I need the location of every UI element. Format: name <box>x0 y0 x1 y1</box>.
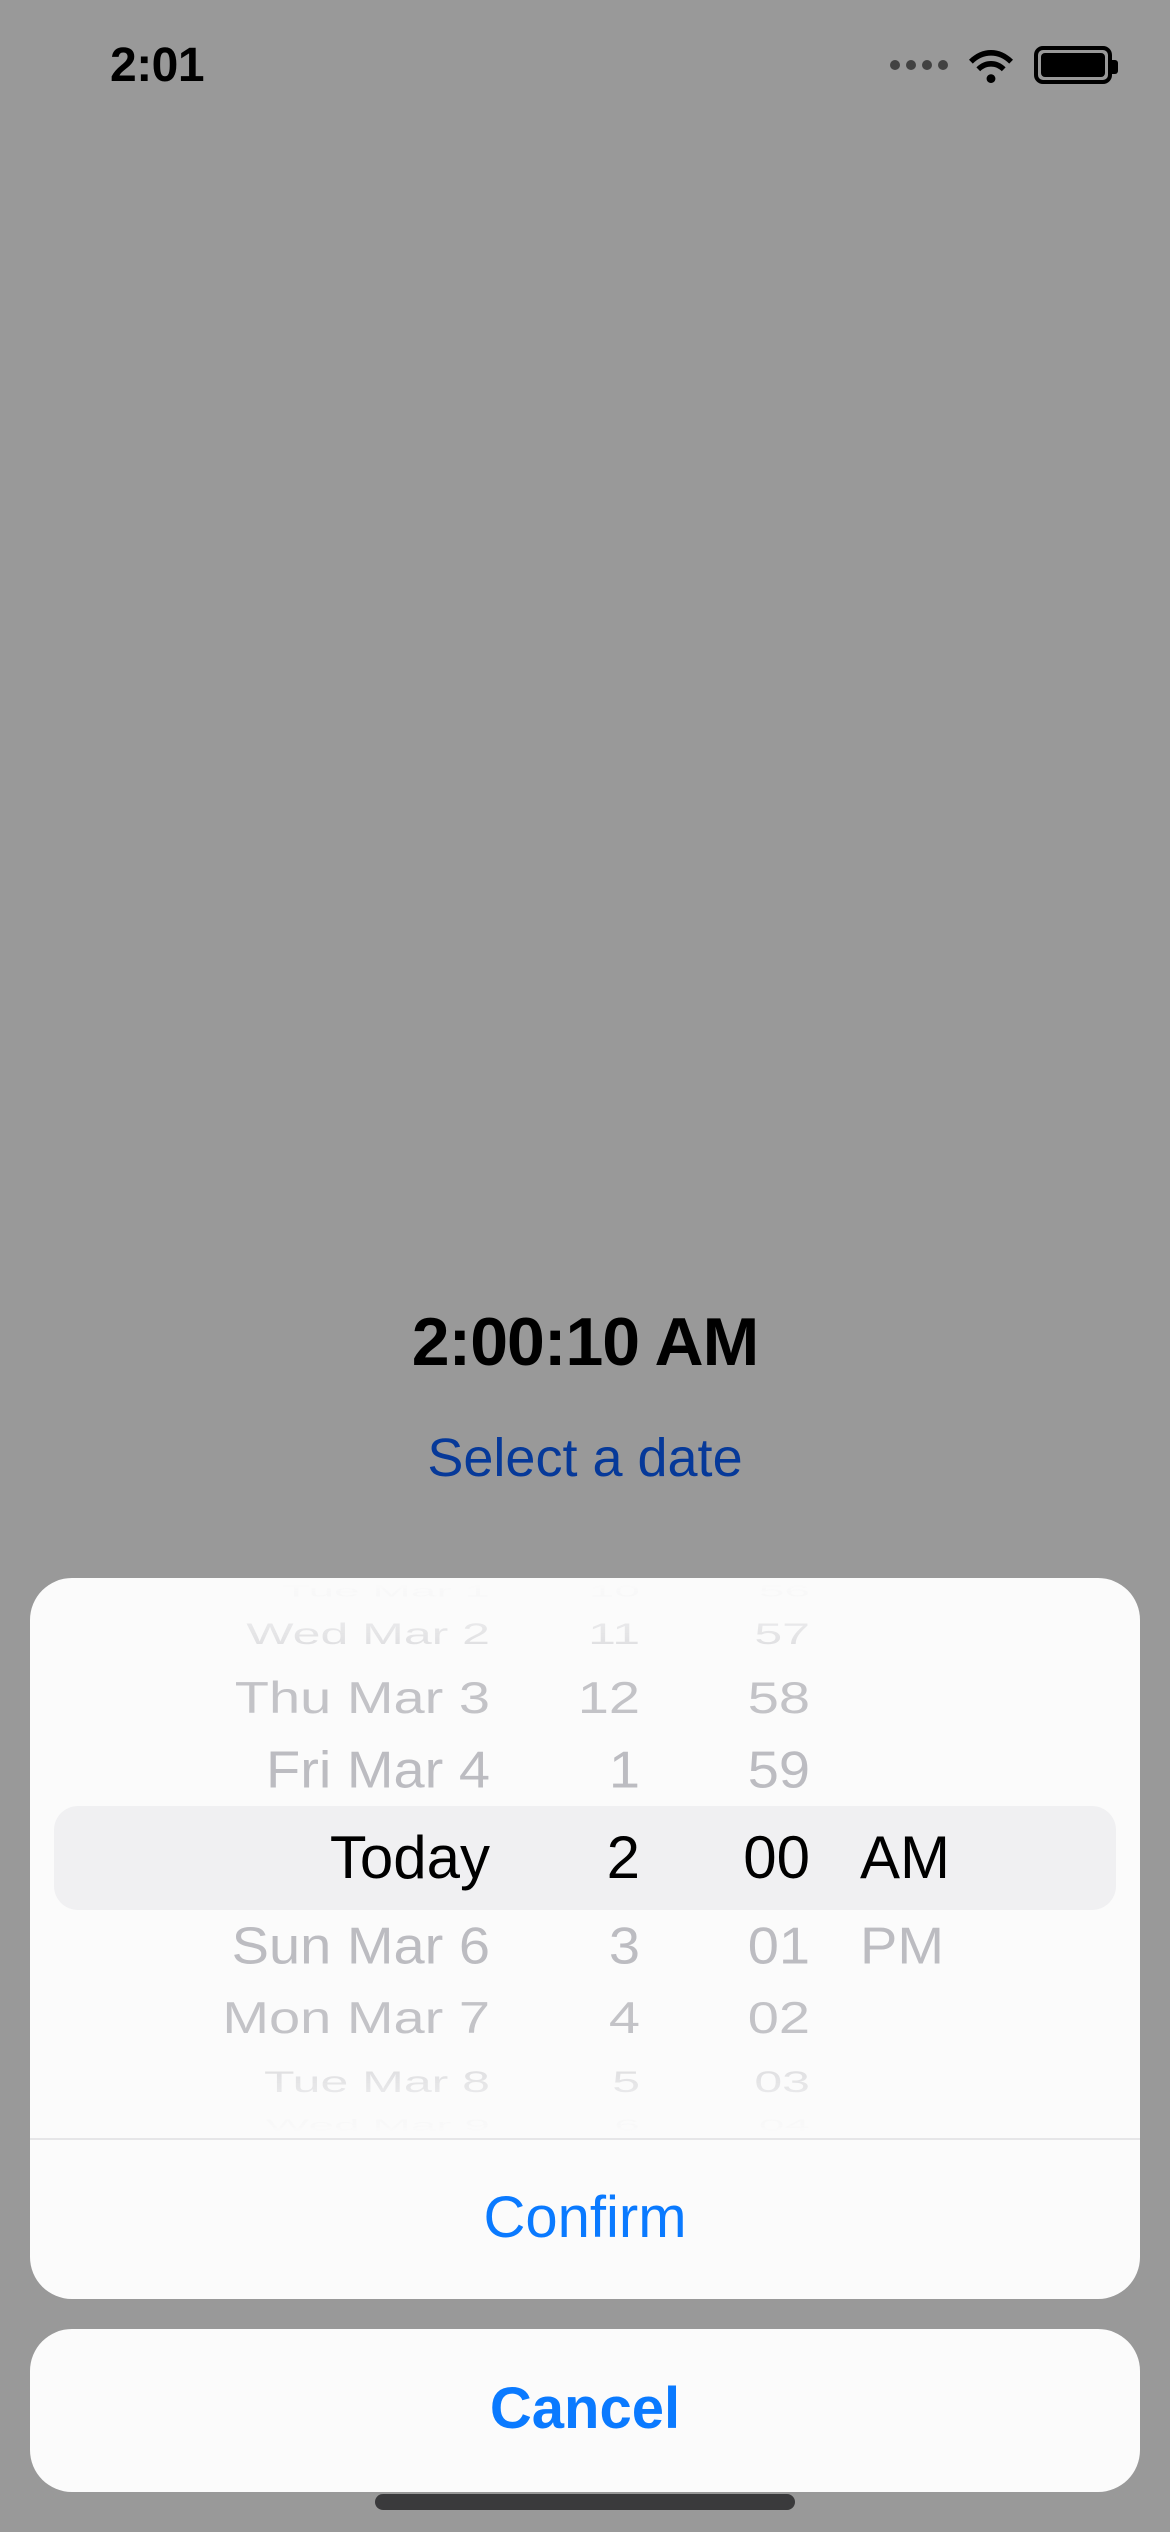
minute-wheel[interactable]: 56 57 58 59 00 01 02 03 04 <box>650 1578 820 2138</box>
date-option-selected[interactable]: Today <box>330 1806 490 1910</box>
picker-card: Tue Mar 1 Wed Mar 2 Thu Mar 3 Fri Mar 4 … <box>30 1578 1140 2299</box>
minute-option[interactable]: 59 <box>748 1737 810 1803</box>
confirm-label: Confirm <box>483 2185 686 2250</box>
hour-option[interactable]: 5 <box>612 2065 640 2099</box>
hour-option[interactable]: 3 <box>609 1913 640 1979</box>
date-option[interactable]: Wed Mar 9 <box>266 2120 490 2131</box>
hour-option[interactable]: 1 <box>609 1737 640 1803</box>
cancel-button[interactable]: Cancel <box>30 2329 1140 2492</box>
date-option[interactable]: Sun Mar 6 <box>232 1913 490 1979</box>
minute-option[interactable]: 56 <box>759 1586 810 1597</box>
ampm-spacer <box>860 1669 876 1727</box>
minute-option[interactable]: 01 <box>748 1913 810 1979</box>
date-option[interactable]: Tue Mar 1 <box>282 1586 490 1597</box>
confirm-button[interactable]: Confirm <box>30 2138 1140 2299</box>
ampm-spacer <box>860 1737 876 1803</box>
ampm-wheel[interactable]: AM PM <box>820 1578 1080 2138</box>
ampm-spacer <box>860 1586 873 1597</box>
date-option[interactable]: Thu Mar 3 <box>235 1669 490 1727</box>
ampm-spacer <box>860 2065 874 2099</box>
minute-option[interactable]: 03 <box>754 2065 810 2099</box>
date-option[interactable]: Mon Mar 7 <box>222 1989 490 2047</box>
minute-option[interactable]: 58 <box>748 1669 810 1727</box>
ampm-spacer <box>860 2120 873 2131</box>
date-option[interactable]: Tue Mar 8 <box>264 2065 490 2099</box>
datetime-picker[interactable]: Tue Mar 1 Wed Mar 2 Thu Mar 3 Fri Mar 4 … <box>30 1578 1140 2138</box>
cancel-label: Cancel <box>490 2376 680 2441</box>
ampm-option-selected[interactable]: AM <box>860 1806 950 1910</box>
minute-option[interactable]: 02 <box>748 1989 810 2047</box>
minute-option[interactable]: 57 <box>754 1617 810 1651</box>
ampm-spacer <box>860 1617 874 1651</box>
minute-option-selected[interactable]: 00 <box>743 1806 810 1910</box>
hour-wheel[interactable]: 10 11 12 1 2 3 4 5 6 <box>500 1578 650 2138</box>
home-indicator[interactable] <box>375 2494 795 2510</box>
hour-option-selected[interactable]: 2 <box>607 1806 640 1910</box>
hour-option[interactable]: 6 <box>614 2120 640 2131</box>
ampm-spacer <box>860 1989 876 2047</box>
date-option[interactable]: Wed Mar 2 <box>246 1617 490 1651</box>
action-sheet: Tue Mar 1 Wed Mar 2 Thu Mar 3 Fri Mar 4 … <box>0 1578 1170 2532</box>
hour-option[interactable]: 4 <box>609 1989 640 2047</box>
hour-option[interactable]: 12 <box>578 1669 640 1727</box>
hour-option[interactable]: 11 <box>588 1617 640 1651</box>
date-wheel[interactable]: Tue Mar 1 Wed Mar 2 Thu Mar 3 Fri Mar 4 … <box>70 1578 500 2138</box>
minute-option[interactable]: 04 <box>759 2120 810 2131</box>
ampm-option[interactable]: PM <box>860 1913 944 1979</box>
hour-option[interactable]: 10 <box>589 1586 640 1597</box>
date-option[interactable]: Fri Mar 4 <box>266 1737 490 1803</box>
